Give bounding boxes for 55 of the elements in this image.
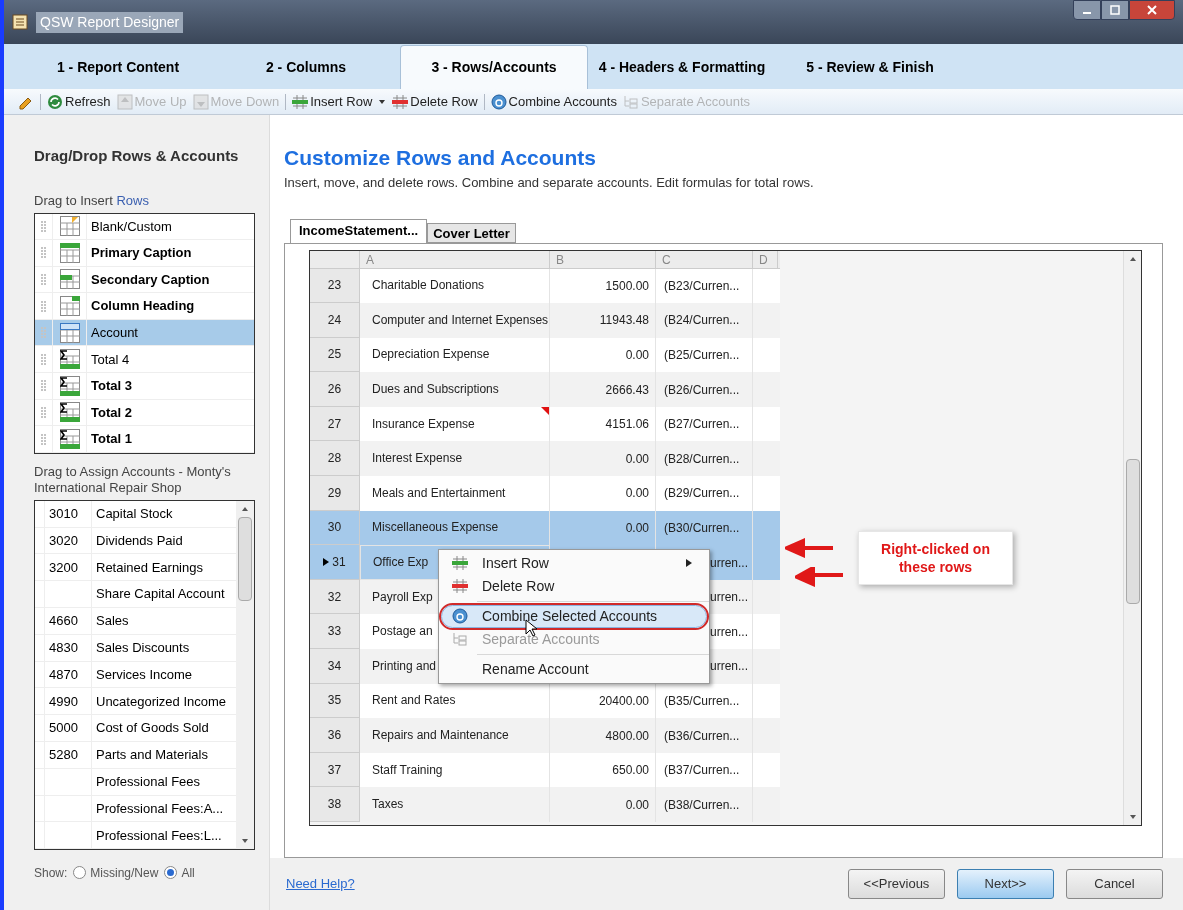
page-title: Customize Rows and Accounts <box>284 145 597 171</box>
table-cell: 4800.00 <box>550 718 656 753</box>
account-number: 3010 <box>48 505 79 523</box>
account-number: 5280 <box>48 746 79 765</box>
show-label: Show: <box>34 864 68 882</box>
table-cell: (B24/Curren... <box>656 303 753 338</box>
account-name: Sales <box>91 608 129 634</box>
table-cell: 11943.48 <box>550 303 656 338</box>
account-name: Dividends Paid <box>91 527 183 554</box>
row-type-label: Blank/Custom <box>90 217 172 236</box>
account-name: Professional Fees:L... <box>91 822 222 849</box>
table-cell: (B26/Curren... <box>656 372 753 407</box>
table-cell: (B29/Curren... <box>656 476 753 511</box>
account-name: Services Income <box>91 661 193 688</box>
account-number: 3020 <box>48 531 79 550</box>
account-name: Professional Fees:A... <box>91 795 224 822</box>
table-cell: Miscellaneous Expense <box>360 510 550 546</box>
table-cell: Computer and Internet Expenses <box>360 303 550 338</box>
table-cell: Taxes <box>360 787 550 822</box>
account-number: 4870 <box>48 665 79 684</box>
account-name: Sales Discounts <box>91 634 190 661</box>
row-type-label: Column Heading <box>90 297 195 316</box>
section-label: Drag to Insert Rows <box>34 192 150 210</box>
account-name: Capital Stock <box>91 500 173 527</box>
table-cell: 0.00 <box>550 476 656 511</box>
account-number: 4830 <box>48 638 79 657</box>
table-cell: Repairs and Maintenance <box>360 718 550 753</box>
row-type-label: Account <box>90 323 138 342</box>
section-label: Drag to Assign Accounts - Monty's International Repair Shop <box>34 463 232 496</box>
account-number: 4660 <box>48 612 79 631</box>
row-type-label: Secondary Caption <box>90 270 210 289</box>
account-number: 4990 <box>48 692 79 711</box>
row-type-label: Total 4 <box>90 350 130 369</box>
callout-note: Right-clicked on these rows <box>858 530 1013 585</box>
account-number: 5000 <box>48 719 79 738</box>
table-cell: (B38/Curren... <box>656 787 753 822</box>
row-type-label: Primary Caption <box>90 244 192 263</box>
table-cell: Meals and Entertainment <box>360 476 550 511</box>
account-number: 3200 <box>48 558 79 577</box>
account-name: Share Capital Account <box>91 581 225 608</box>
account-name: Professional Fees <box>91 768 201 795</box>
row-type-label: Total 1 <box>90 430 132 449</box>
table-cell: 2666.43 <box>550 372 656 407</box>
row-type-label: Total 2 <box>90 403 132 422</box>
account-name: Retained Earnings <box>91 554 203 581</box>
account-name: Uncategorized Income <box>91 688 227 715</box>
account-name: Cost of Goods Sold <box>91 715 209 741</box>
page-subtitle: Insert, move, and delete rows. Combine and separate accounts. Edit formulas for total rows. <box>284 174 815 192</box>
table-cell: Dues and Subscriptions <box>360 372 550 407</box>
account-name: Parts and Materials <box>91 742 208 768</box>
table-cell: 0.00 <box>550 787 656 822</box>
table-cell: (B36/Curren... <box>656 718 753 753</box>
row-type-label: Total 3 <box>90 377 132 396</box>
sidebar-title: Drag/Drop Rows & Accounts <box>34 146 240 166</box>
window-title: QSW Report Designer <box>36 11 184 33</box>
